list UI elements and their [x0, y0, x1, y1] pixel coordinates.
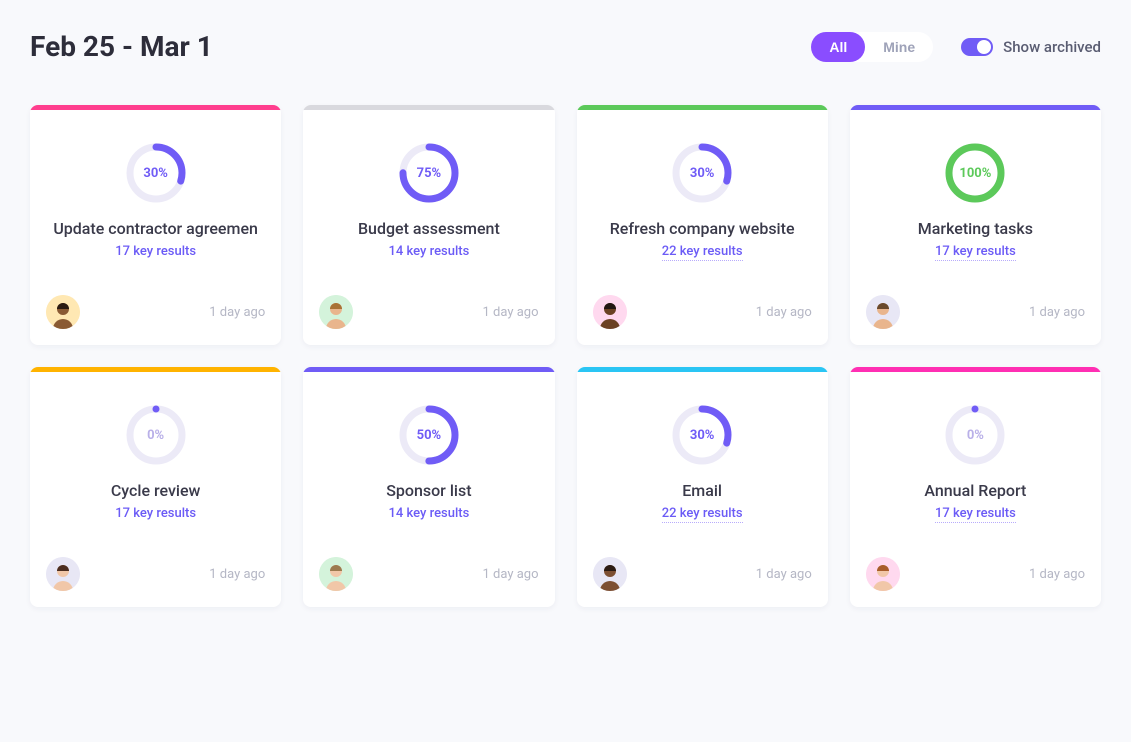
- card-accent-bar: [30, 367, 281, 372]
- progress-percent: 50%: [397, 403, 461, 467]
- key-results-link[interactable]: 17 key results: [115, 244, 196, 259]
- card-accent-bar: [850, 105, 1101, 110]
- key-results-link[interactable]: 22 key results: [662, 506, 743, 523]
- key-results-link[interactable]: 22 key results: [662, 244, 743, 261]
- card-timestamp: 1 day ago: [483, 567, 539, 582]
- progress-ring: 75%: [397, 141, 461, 205]
- card-title: Annual Report: [924, 481, 1026, 500]
- progress-percent: 0%: [943, 403, 1007, 467]
- owner-avatar[interactable]: [593, 557, 627, 591]
- card-title: Sponsor list: [386, 481, 471, 500]
- objective-card[interactable]: 100% Marketing tasks 17 key results 1 da…: [850, 105, 1101, 345]
- avatar-icon: [46, 295, 80, 329]
- objective-card[interactable]: 0% Cycle review 17 key results 1 day ago: [30, 367, 281, 607]
- objective-card[interactable]: 0% Annual Report 17 key results 1 day ag…: [850, 367, 1101, 607]
- cards-grid: 30% Update contractor agreemen 17 key re…: [30, 105, 1101, 607]
- objective-card[interactable]: 30% Update contractor agreemen 17 key re…: [30, 105, 281, 345]
- progress-ring: 0%: [124, 403, 188, 467]
- card-timestamp: 1 day ago: [209, 567, 265, 582]
- card-timestamp: 1 day ago: [1029, 305, 1085, 320]
- progress-percent: 75%: [397, 141, 461, 205]
- key-results-link[interactable]: 17 key results: [935, 506, 1016, 523]
- card-accent-bar: [577, 105, 828, 110]
- objective-card[interactable]: 30% Refresh company website 22 key resul…: [577, 105, 828, 345]
- progress-ring: 30%: [124, 141, 188, 205]
- progress-percent: 30%: [124, 141, 188, 205]
- card-accent-bar: [30, 105, 281, 110]
- objective-card[interactable]: 50% Sponsor list 14 key results 1 day ag…: [303, 367, 554, 607]
- filter-all-button[interactable]: All: [811, 32, 865, 62]
- avatar-icon: [866, 295, 900, 329]
- card-timestamp: 1 day ago: [756, 305, 812, 320]
- owner-avatar[interactable]: [866, 557, 900, 591]
- card-timestamp: 1 day ago: [483, 305, 539, 320]
- owner-avatar[interactable]: [319, 295, 353, 329]
- avatar-icon: [866, 557, 900, 591]
- filter-pill: All Mine: [811, 32, 933, 62]
- card-title: Marketing tasks: [918, 219, 1033, 238]
- avatar-icon: [319, 557, 353, 591]
- date-range-title: Feb 25 - Mar 1: [30, 30, 213, 63]
- objective-card[interactable]: 30% Email 22 key results 1 day ago: [577, 367, 828, 607]
- owner-avatar[interactable]: [866, 295, 900, 329]
- owner-avatar[interactable]: [319, 557, 353, 591]
- key-results-link[interactable]: 17 key results: [935, 244, 1016, 261]
- progress-ring: 30%: [670, 403, 734, 467]
- progress-percent: 0%: [124, 403, 188, 467]
- owner-avatar[interactable]: [593, 295, 627, 329]
- progress-ring: 50%: [397, 403, 461, 467]
- key-results-link[interactable]: 14 key results: [388, 244, 469, 259]
- card-title: Cycle review: [111, 481, 201, 500]
- card-accent-bar: [303, 367, 554, 372]
- progress-ring: 100%: [943, 141, 1007, 205]
- card-title: Refresh company website: [610, 219, 795, 238]
- card-title: Email: [682, 481, 722, 500]
- archived-toggle-label: Show archived: [1003, 38, 1101, 56]
- archived-toggle-group: Show archived: [961, 38, 1101, 56]
- card-timestamp: 1 day ago: [756, 567, 812, 582]
- header-controls: All Mine Show archived: [811, 32, 1101, 62]
- card-accent-bar: [850, 367, 1101, 372]
- progress-ring: 0%: [943, 403, 1007, 467]
- key-results-link[interactable]: 17 key results: [115, 506, 196, 521]
- avatar-icon: [593, 295, 627, 329]
- avatar-icon: [593, 557, 627, 591]
- card-title: Update contractor agreemen: [53, 219, 258, 238]
- owner-avatar[interactable]: [46, 295, 80, 329]
- card-timestamp: 1 day ago: [209, 305, 265, 320]
- progress-percent: 30%: [670, 403, 734, 467]
- avatar-icon: [46, 557, 80, 591]
- owner-avatar[interactable]: [46, 557, 80, 591]
- progress-percent: 30%: [670, 141, 734, 205]
- card-title: Budget assessment: [358, 219, 500, 238]
- card-accent-bar: [577, 367, 828, 372]
- filter-mine-button[interactable]: Mine: [865, 32, 933, 62]
- archived-toggle[interactable]: [961, 38, 993, 56]
- card-accent-bar: [303, 105, 554, 110]
- progress-ring: 30%: [670, 141, 734, 205]
- key-results-link[interactable]: 14 key results: [388, 506, 469, 521]
- avatar-icon: [319, 295, 353, 329]
- objective-card[interactable]: 75% Budget assessment 14 key results 1 d…: [303, 105, 554, 345]
- progress-percent: 100%: [943, 141, 1007, 205]
- card-timestamp: 1 day ago: [1029, 567, 1085, 582]
